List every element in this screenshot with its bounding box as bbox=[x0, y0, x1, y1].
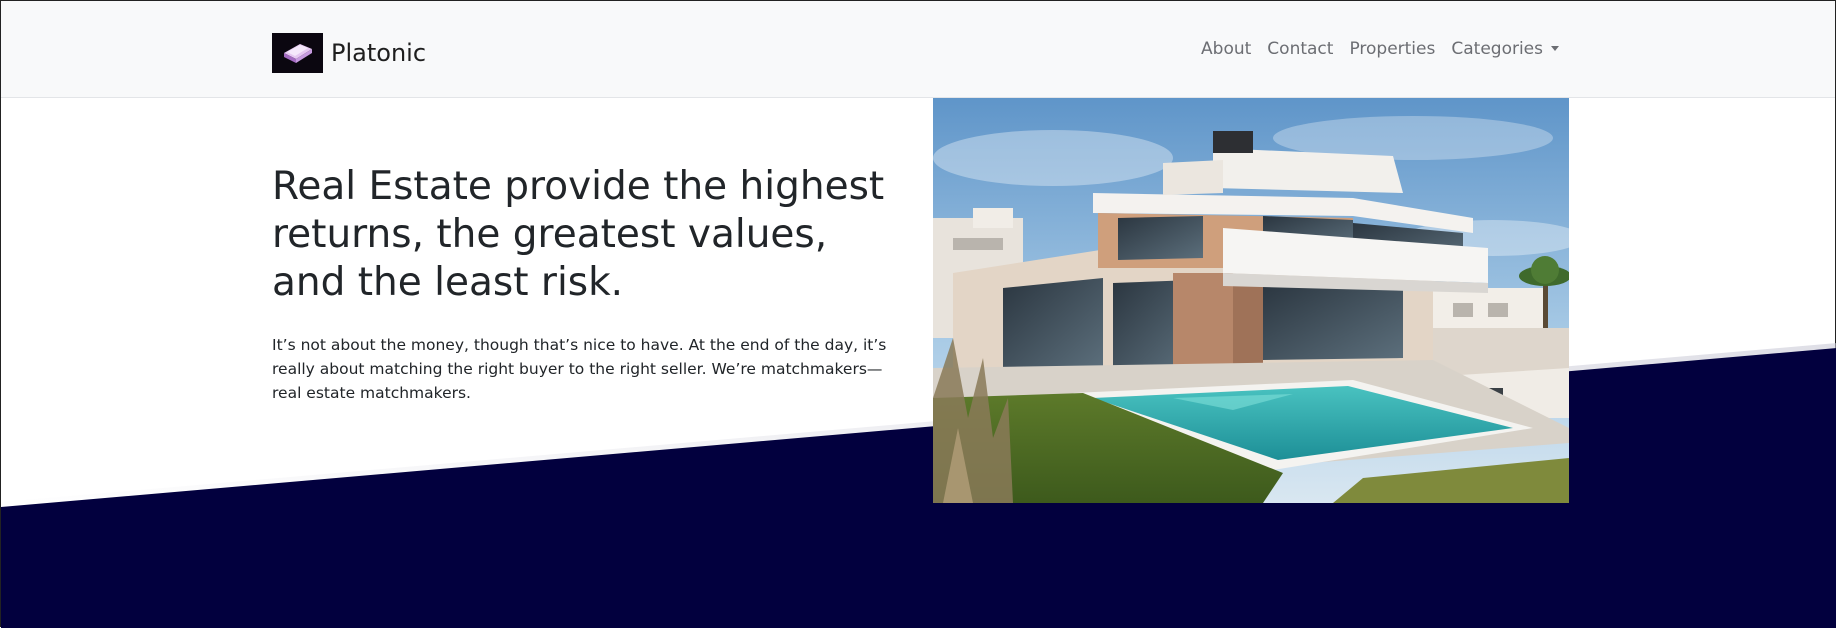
brand-name: Platonic bbox=[331, 39, 427, 67]
nav-link-contact[interactable]: Contact bbox=[1267, 39, 1333, 59]
house-photo bbox=[933, 98, 1569, 503]
caret-down-icon bbox=[1551, 46, 1559, 51]
hero-title: Real Estate provide the highest returns,… bbox=[272, 164, 885, 305]
brand-link[interactable]: Platonic bbox=[272, 33, 426, 73]
hero-paragraph: It’s not about the money, though that’s … bbox=[272, 336, 887, 402]
logo-icon bbox=[272, 33, 323, 73]
nav-link-categories-label: Categories bbox=[1451, 39, 1543, 59]
nav-dropdown-categories[interactable]: Categories bbox=[1451, 39, 1559, 59]
nav-link-properties[interactable]: Properties bbox=[1349, 39, 1435, 59]
navbar: Platonic About Contact Properties Catego… bbox=[1, 1, 1835, 98]
nav-link-about[interactable]: About bbox=[1201, 39, 1251, 59]
nav-links: About Contact Properties Categories bbox=[1201, 39, 1559, 59]
hero-content: Real Estate provide the highest returns,… bbox=[272, 163, 892, 405]
